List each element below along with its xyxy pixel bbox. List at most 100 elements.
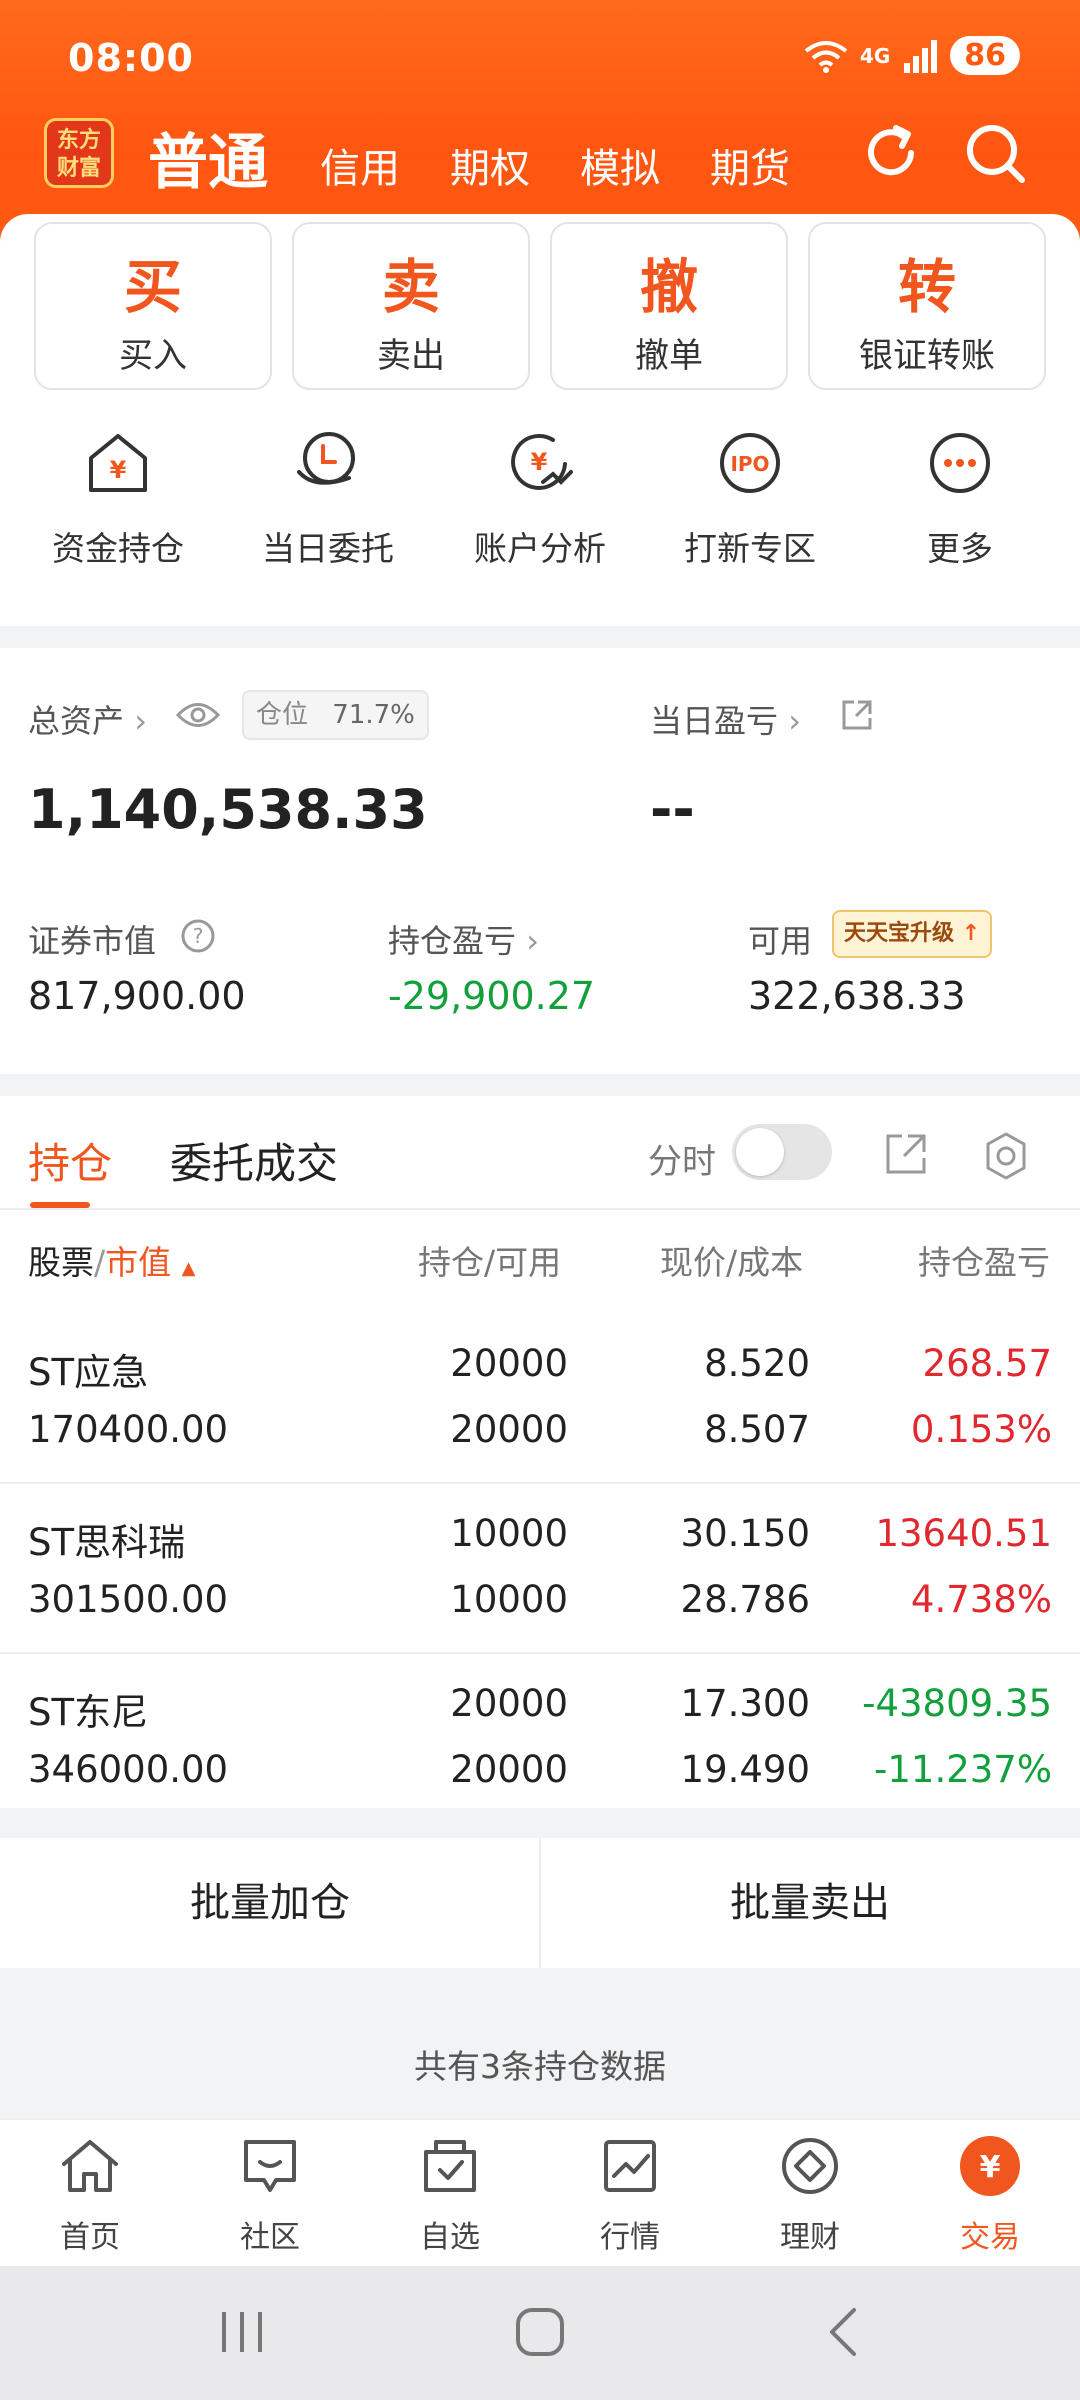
arrow-up-icon: ↑ xyxy=(961,921,981,946)
more-icon xyxy=(930,433,990,493)
holding-qty: 20000 xyxy=(450,1682,568,1725)
available-qty: 10000 xyxy=(450,1578,568,1621)
holdings-count-note: 共有3条持仓数据 xyxy=(414,2047,666,2086)
nav-watchlist[interactable]: 自选 xyxy=(360,2134,540,2256)
app-logo[interactable]: 东方 财富 xyxy=(44,118,114,188)
batch-actions: 批量加仓 批量卖出 xyxy=(0,1838,1080,1968)
recent-apps-icon[interactable] xyxy=(210,2306,274,2358)
total-assets-value: 1,140,538.33 xyxy=(28,778,428,841)
sort-icon: ▲ xyxy=(181,1258,196,1279)
stock-name: ST东尼 xyxy=(28,1691,149,1734)
tab-futures[interactable]: 期货 xyxy=(710,136,790,194)
tab-positions[interactable]: 持仓 xyxy=(28,1130,112,1191)
stock-market-value: 301500.00 xyxy=(28,1578,229,1621)
svg-text:¥: ¥ xyxy=(531,448,548,476)
help-icon[interactable]: ? xyxy=(180,918,216,954)
stock-market-value: 346000.00 xyxy=(28,1748,229,1791)
col-price-cost: 现价/成本 xyxy=(660,1243,804,1282)
eye-icon[interactable] xyxy=(176,700,220,730)
current-price: 30.150 xyxy=(680,1512,810,1555)
network-type: 4G xyxy=(859,43,891,68)
holdings-section: 持仓 委托成交 分时 股票/市值 ▲ 持仓/可用 现价/成本 持仓盈亏 ST应急… xyxy=(0,1096,1080,1808)
total-assets-link[interactable]: 总资产 › xyxy=(28,696,147,742)
stock-market-value: 170400.00 xyxy=(28,1408,229,1451)
func-daily-orders[interactable]: 当日委托 xyxy=(228,428,428,570)
nav-home[interactable]: 首页 xyxy=(0,2134,180,2256)
tab-simulation[interactable]: 模拟 xyxy=(580,136,660,194)
search-icon[interactable] xyxy=(960,118,1030,188)
tiantianbao-upgrade-badge[interactable]: 天天宝升级 ↑ xyxy=(832,910,993,958)
buy-button[interactable]: 买 买入 xyxy=(34,222,272,390)
nav-market[interactable]: 行情 xyxy=(540,2134,720,2256)
wealth-icon xyxy=(782,2138,838,2194)
toggle-knob xyxy=(736,1128,784,1176)
hold-pl-value: -29,900.27 xyxy=(388,974,596,1018)
back-icon[interactable] xyxy=(816,2304,872,2360)
table-row[interactable]: ST思科瑞 301500.00 10000 10000 30.150 28.78… xyxy=(0,1484,1080,1654)
status-time: 08:00 xyxy=(68,36,194,80)
svg-text:¥: ¥ xyxy=(110,456,127,484)
chevron-right-icon: › xyxy=(526,922,539,960)
sell-button[interactable]: 卖 卖出 xyxy=(292,222,530,390)
available-qty: 20000 xyxy=(450,1748,568,1791)
holding-pl: 268.57 xyxy=(922,1342,1052,1385)
func-more[interactable]: 更多 xyxy=(860,428,1060,570)
col-stock-market[interactable]: 股票/市值 ▲ xyxy=(28,1236,195,1284)
daily-pl-link[interactable]: 当日盈亏 › xyxy=(650,696,801,742)
status-bar: 08:00 4G 86 xyxy=(0,0,1080,110)
share-icon[interactable] xyxy=(882,1130,930,1178)
cost-price: 8.507 xyxy=(704,1408,810,1451)
holding-pl-pct: 4.738% xyxy=(910,1578,1052,1621)
svg-text:¥: ¥ xyxy=(980,2150,1001,2185)
holding-pl: 13640.51 xyxy=(875,1512,1052,1555)
tab-normal[interactable]: 普通 xyxy=(148,114,268,201)
home-icon xyxy=(62,2140,118,2192)
batch-sell-button[interactable]: 批量卖出 xyxy=(540,1838,1080,1968)
nav-trade[interactable]: ¥ 交易 xyxy=(900,2134,1080,2256)
func-funds-position[interactable]: ¥ 资金持仓 xyxy=(18,428,218,570)
active-tab-indicator xyxy=(30,1202,90,1208)
svg-text:IPO: IPO xyxy=(730,452,769,476)
holding-pl: -43809.35 xyxy=(862,1682,1052,1725)
tab-orders-trades[interactable]: 委托成交 xyxy=(170,1130,338,1191)
status-icons: 4G 86 xyxy=(804,36,1020,75)
share-icon[interactable] xyxy=(840,698,874,732)
available-label: 可用 xyxy=(748,922,813,960)
table-row[interactable]: ST应急 170400.00 20000 20000 8.520 8.507 2… xyxy=(0,1314,1080,1484)
refresh-icon[interactable] xyxy=(856,118,926,188)
home-button-icon[interactable] xyxy=(508,2304,572,2360)
market-chart-icon xyxy=(604,2140,656,2192)
cancel-order-button[interactable]: 撤 撤单 xyxy=(550,222,788,390)
batch-add-button[interactable]: 批量加仓 xyxy=(0,1838,540,1968)
table-row[interactable]: ST东尼 346000.00 20000 20000 17.300 19.490… xyxy=(0,1654,1080,1824)
cost-price: 28.786 xyxy=(680,1578,810,1621)
signal-icon xyxy=(904,39,938,73)
yen-analysis-icon: ¥ xyxy=(511,434,573,490)
holdings-tabs: 持仓 委托成交 分时 xyxy=(0,1096,1080,1210)
holding-qty: 10000 xyxy=(450,1512,568,1555)
holding-pl-pct: -11.237% xyxy=(874,1748,1052,1791)
asset-summary: 总资产 › 仓位 71.7% 1,140,538.33 当日盈亏 › -- 证券… xyxy=(0,648,1080,1074)
market-value-label: 证券市值 xyxy=(28,922,157,960)
bank-transfer-button[interactable]: 转 银证转账 xyxy=(808,222,1046,390)
col-holding-pl: 持仓盈亏 xyxy=(918,1243,1050,1282)
stock-name: ST思科瑞 xyxy=(28,1521,186,1564)
func-ipo-zone[interactable]: IPO 打新专区 xyxy=(650,428,850,570)
nav-community[interactable]: 社区 xyxy=(180,2134,360,2256)
bottom-nav: 首页 社区 自选 行情 理财 ¥ 交易 xyxy=(0,2118,1080,2266)
tab-credit[interactable]: 信用 xyxy=(320,136,400,194)
func-account-analysis[interactable]: ¥ 账户分析 xyxy=(440,428,640,570)
current-price: 8.520 xyxy=(704,1342,810,1385)
tab-options[interactable]: 期权 xyxy=(450,136,530,194)
ipo-icon: IPO xyxy=(720,433,780,493)
intraday-toggle[interactable] xyxy=(732,1124,832,1180)
available-value: 322,638.33 xyxy=(748,974,966,1018)
nav-wealth[interactable]: 理财 xyxy=(720,2134,900,2256)
chevron-right-icon: › xyxy=(134,702,147,740)
cost-price: 19.490 xyxy=(680,1748,810,1791)
holding-pl-pct: 0.153% xyxy=(910,1408,1052,1451)
hand-order-icon xyxy=(297,432,355,485)
gear-icon[interactable] xyxy=(980,1130,1032,1182)
watchlist-icon xyxy=(424,2140,476,2192)
hold-pl-link[interactable]: 持仓盈亏 › xyxy=(388,916,539,962)
